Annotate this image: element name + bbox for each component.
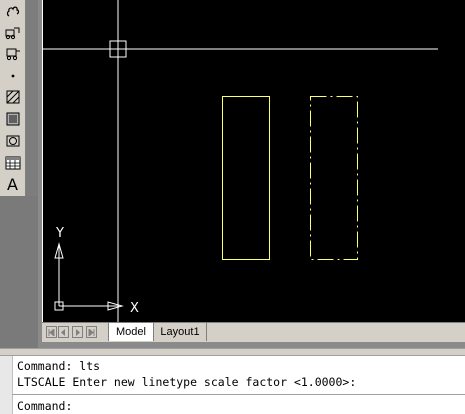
first-tab-icon[interactable] — [46, 326, 57, 338]
autocad-window: A Y X Model Layout1 Command: lts LTSCALE… — [0, 0, 465, 414]
command-window-splitter[interactable] — [0, 348, 465, 356]
side-gutter — [0, 196, 38, 348]
command-window-grip[interactable] — [0, 356, 13, 414]
revision-cloud-icon[interactable] — [2, 2, 23, 21]
make-block-icon[interactable] — [2, 43, 23, 62]
command-history-line: Command: lts — [17, 359, 101, 373]
dashed-rectangle[interactable] — [310, 96, 358, 260]
previous-tab-icon[interactable] — [58, 326, 69, 338]
insert-block-icon[interactable] — [2, 22, 23, 41]
next-tab-icon[interactable] — [72, 326, 83, 338]
drawing-area[interactable]: Y X — [42, 0, 465, 322]
hatch-icon[interactable] — [2, 87, 23, 106]
command-window: Command: lts LTSCALE Enter new linetype … — [0, 356, 465, 414]
command-history-line: LTSCALE Enter new linetype scale factor … — [17, 375, 357, 389]
command-prompt-input[interactable]: Command: — [17, 399, 72, 413]
ucs-y-label: Y — [55, 226, 64, 241]
layout-tab-strip: Model Layout1 — [42, 322, 465, 342]
region-icon[interactable] — [2, 131, 23, 150]
tab-layout1[interactable]: Layout1 — [154, 323, 207, 341]
continuous-rectangle[interactable] — [222, 96, 270, 260]
draw-toolbar: A — [0, 0, 26, 196]
multiline-text-icon[interactable]: A — [2, 175, 23, 194]
gradient-icon[interactable] — [2, 109, 23, 128]
tab-model[interactable]: Model — [108, 323, 154, 341]
horizontal-scrollbar[interactable] — [212, 327, 462, 338]
command-divider — [12, 394, 465, 395]
table-icon[interactable] — [2, 153, 23, 172]
ucs-x-label: X — [130, 301, 139, 316]
last-tab-icon[interactable] — [86, 326, 97, 338]
point-icon[interactable] — [2, 65, 23, 84]
ucs-icon — [54, 242, 124, 311]
